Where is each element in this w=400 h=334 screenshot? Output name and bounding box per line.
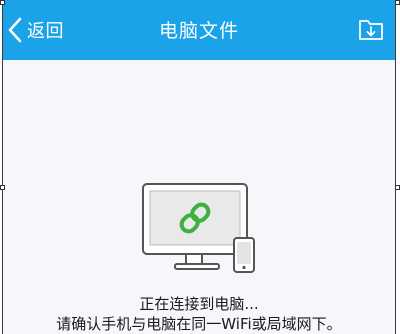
status-line-hint: 请确认手机与电脑在同一WiFi或局域网下。 (56, 315, 342, 333)
resize-handle-middle-left[interactable] (0, 185, 5, 190)
resize-handle-middle-right[interactable] (395, 185, 400, 190)
main-content: 正在连接到电脑... 请确认手机与电脑在同一WiFi或局域网下。 (3, 60, 395, 334)
resize-handle-top-left[interactable] (0, 0, 5, 5)
folder-download-icon (357, 20, 385, 47)
status-line-connecting: 正在连接到电脑... (139, 295, 259, 313)
download-button[interactable] (357, 15, 385, 43)
page-title: 电脑文件 (158, 20, 239, 42)
connection-status: 正在连接到电脑... 请确认手机与电脑在同一WiFi或局域网下。 (3, 294, 395, 334)
resize-handle-top-right[interactable] (395, 0, 400, 5)
link-icon (179, 202, 211, 234)
navigation-bar: 返回 电脑文件 (3, 0, 395, 60)
app-window: 返回 电脑文件 正在连接到电脑... 请确认手机与电脑在同一WiFi或局域网下。 (2, 0, 396, 334)
